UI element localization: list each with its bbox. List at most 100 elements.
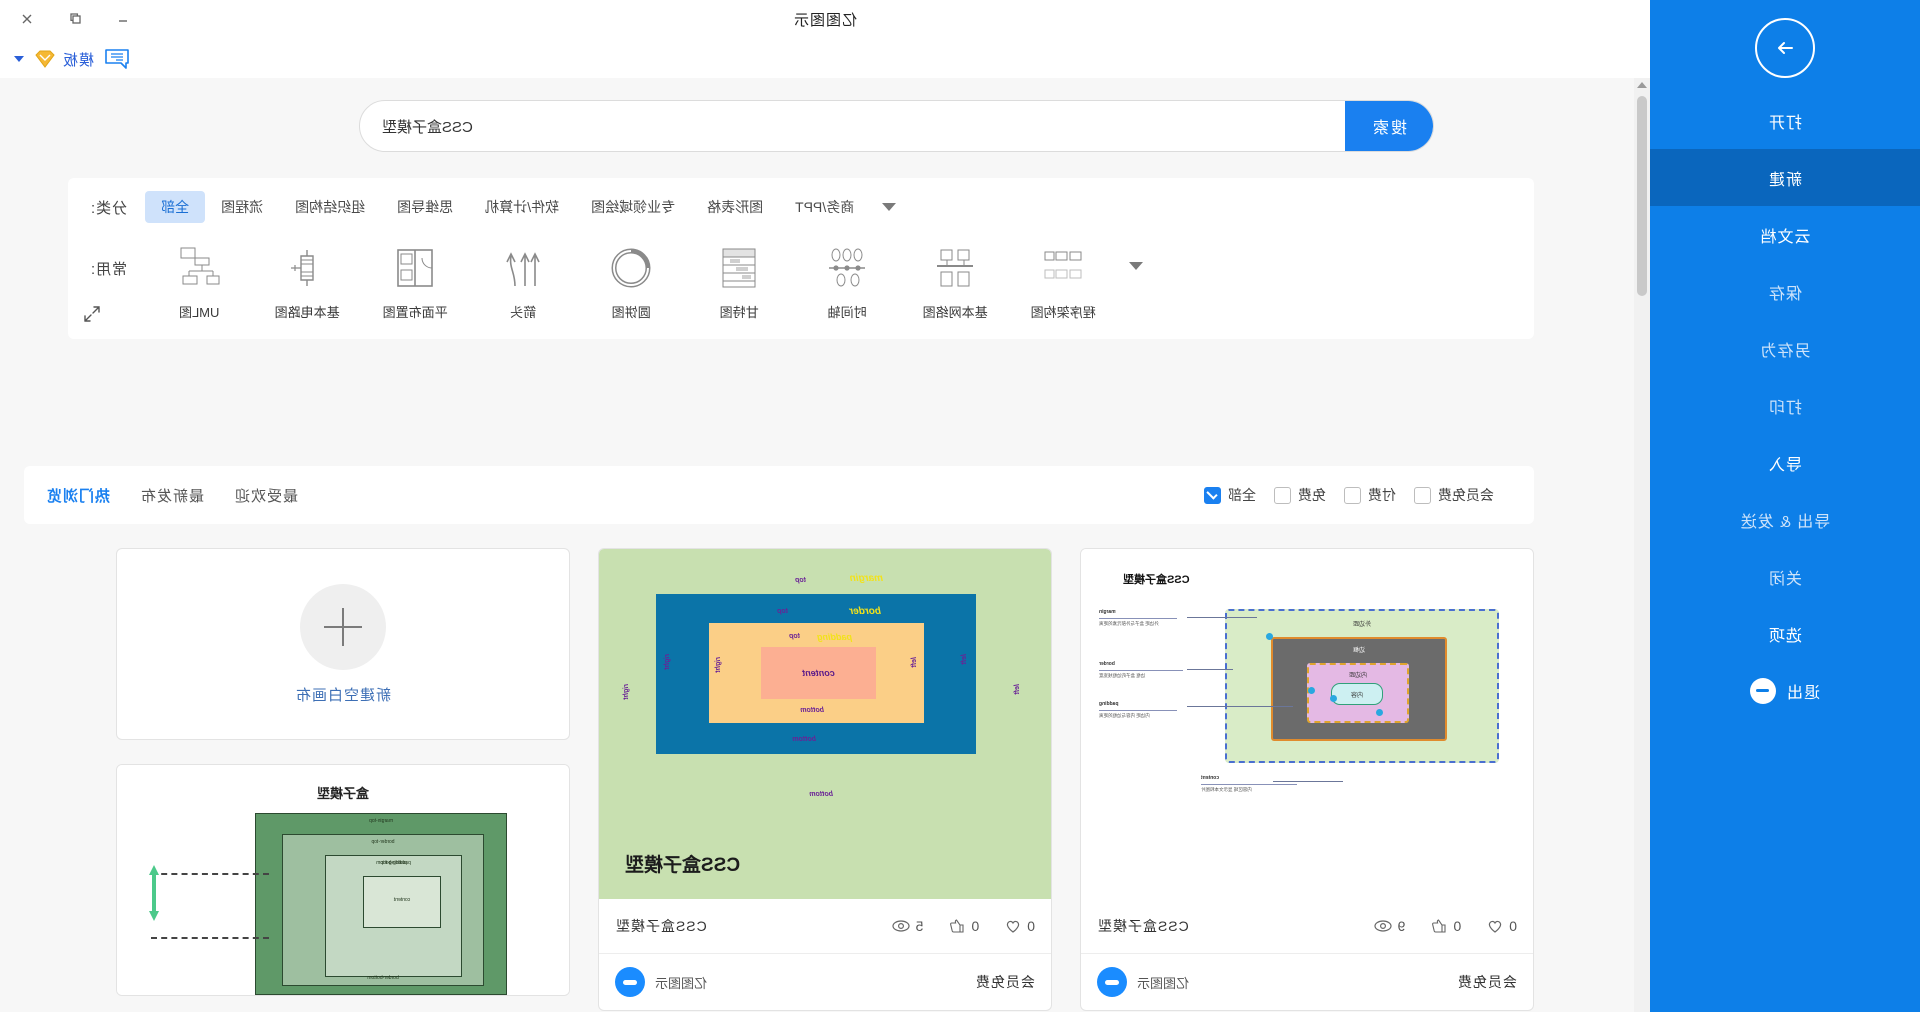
common-item-pie-chart[interactable]: 圆饼图: [577, 242, 685, 321]
thumb-label-content: content: [802, 668, 835, 678]
thumb-label-bottom: bottom: [792, 736, 816, 743]
thumb-label-right: right: [664, 654, 671, 670]
scrollbar-thumb[interactable]: [1637, 96, 1647, 296]
category-label: 软件/计算机: [485, 199, 560, 215]
sidebar-item-label: 另存为: [1759, 342, 1811, 360]
category-chip-business-ppt[interactable]: 商务/PPT: [779, 191, 870, 223]
close-button[interactable]: [16, 8, 38, 30]
close-icon: [22, 14, 32, 24]
card-author: 亿图图示: [615, 967, 707, 997]
price-filter-member-free[interactable]: 会员免费: [1414, 485, 1494, 505]
search-input[interactable]: [360, 101, 1345, 151]
sidebar-item-options[interactable]: 选项: [1650, 605, 1920, 662]
checkbox-label: 全部: [1228, 487, 1256, 503]
common-item-timeline[interactable]: 时间轴: [793, 242, 901, 321]
sidebar-item-save[interactable]: 保存: [1650, 263, 1920, 320]
thumb-layer-outer: 外边距 边框 内边距 内容: [1225, 609, 1499, 763]
common-item-label: 圆饼图: [611, 305, 651, 320]
scroll-up-arrow-icon[interactable]: [1637, 82, 1647, 88]
category-chip-professional[interactable]: 专业领域绘图: [575, 191, 691, 223]
thumb-annotation: padding 内边距 内容与边框的距离: [1099, 701, 1177, 719]
sidebar-item-close[interactable]: 关闭: [1650, 548, 1920, 605]
common-item-uml[interactable]: UML图: [145, 242, 253, 321]
template-card[interactable]: CSS盒子模型 外边距 边框 内边距 内容 margin 外边距 盒子与外部元素…: [1080, 548, 1534, 1011]
price-filter-free[interactable]: 免费: [1274, 485, 1326, 505]
window-controls: [16, 8, 134, 30]
stat-views: 5: [892, 918, 924, 934]
common-item-label: 甘特图: [719, 305, 759, 320]
chevron-down-icon[interactable]: [14, 56, 24, 62]
thumb-title: 盒子模型: [317, 786, 370, 801]
template-card[interactable]: 盒子模型 margin-top border-top padding-top c…: [116, 764, 570, 996]
thumb-label-right: right: [715, 657, 722, 673]
new-blank-canvas-button[interactable]: 新建空白画布: [116, 548, 570, 740]
tab-template-label: 模板: [62, 51, 95, 69]
eye-icon: [1374, 919, 1392, 933]
gantt-chart-icon: [718, 242, 760, 294]
category-chip-graphics-tables[interactable]: 图形表格: [691, 191, 779, 223]
sidebar-item-new[interactable]: 新建: [1650, 149, 1920, 206]
thumb-label-bottom: bottom: [800, 707, 824, 714]
category-chip-software-computer[interactable]: 软件/计算机: [469, 191, 575, 223]
common-item-circuit-diagram[interactable]: 基本电路图: [253, 242, 361, 321]
vertical-scrollbar[interactable]: [1634, 78, 1650, 1012]
sort-tab-most-popular[interactable]: 最受欢迎: [234, 485, 298, 506]
template-gallery: 搜索 商务/PPT 图形表格 专业领域绘图 软件/计算机 思维导图 组织结构图 …: [0, 78, 1634, 1012]
stat-likes: 0: [949, 918, 979, 934]
restore-button[interactable]: [64, 8, 86, 30]
common-item-label: UML图: [178, 305, 220, 320]
common-item-arrow[interactable]: 箭头: [469, 242, 577, 321]
category-expand-chevron-down-icon[interactable]: [882, 203, 897, 211]
price-filter-all[interactable]: 全部: [1204, 485, 1256, 505]
common-expand-chevron-down-icon[interactable]: [1129, 262, 1144, 270]
sidebar-item-exit[interactable]: 退出: [1650, 662, 1920, 719]
search-button[interactable]: 搜索: [1345, 101, 1433, 151]
tab-template[interactable]: 模板: [34, 49, 94, 70]
sidebar-item-export-send[interactable]: 导出 & 发送: [1650, 491, 1920, 548]
common-item-label: 基本网络图: [922, 305, 988, 320]
checkbox-box[interactable]: [1344, 486, 1361, 504]
common-item-floor-plan[interactable]: 平面布置图: [361, 242, 469, 321]
checkbox-box[interactable]: [1274, 486, 1291, 504]
expand-arrows-icon[interactable]: [82, 304, 102, 329]
card-price: 会员免费: [1457, 974, 1517, 990]
category-chip-flowchart[interactable]: 流程图: [205, 191, 279, 223]
sidebar-item-label: 选项: [1768, 627, 1803, 645]
thumbs-up-icon: [949, 918, 965, 934]
tab-strip: 模板: [0, 40, 1650, 78]
sidebar-item-label: 退出: [1786, 684, 1821, 702]
sidebar-item-cloud-doc[interactable]: 云文档: [1650, 206, 1920, 263]
back-button[interactable]: [1755, 18, 1815, 78]
category-chip-org-chart[interactable]: 组织结构图: [279, 191, 381, 223]
sidebar-item-save-as[interactable]: 另存为: [1650, 320, 1920, 377]
sort-tab-latest[interactable]: 最新发布: [140, 485, 204, 506]
category-chip-all[interactable]: 全部: [145, 191, 206, 223]
common-item-gantt-chart[interactable]: 甘特图: [685, 242, 793, 321]
thumb-layer-mid: 边框 内边距 内容: [1271, 637, 1447, 741]
sidebar-item-import[interactable]: 导入: [1650, 434, 1920, 491]
thumb-layer-label: 内容: [1351, 692, 1364, 699]
common-item-network-diagram[interactable]: 基本网络图: [901, 242, 1009, 321]
checkbox-box[interactable]: [1414, 486, 1431, 504]
thumb-label: margin-top: [369, 818, 393, 824]
eye-icon: [892, 919, 910, 933]
sidebar-item-open[interactable]: 打开: [1650, 92, 1920, 149]
common-item-program-architecture[interactable]: 程序架构图: [1009, 242, 1117, 321]
checkbox-box[interactable]: [1204, 486, 1221, 504]
heart-icon: [1487, 918, 1503, 934]
category-label: 流程图: [221, 199, 264, 215]
document-icon[interactable]: [104, 48, 130, 70]
thumb-label-border: border: [849, 606, 881, 617]
circuit-diagram-icon: [285, 242, 329, 294]
sidebar-item-print[interactable]: 打印: [1650, 377, 1920, 434]
favorites-count: 0: [1027, 918, 1035, 934]
sidebar-item-label: 云文档: [1759, 228, 1811, 246]
card-footer: 会员免费 亿图图示: [599, 954, 1051, 1010]
minimize-button[interactable]: [112, 8, 134, 30]
template-thumbnail: margin top left right bottom border top …: [599, 549, 1051, 899]
sort-tab-hot-browse[interactable]: 热门浏览: [46, 485, 110, 506]
price-filter-paid[interactable]: 付费: [1344, 485, 1396, 505]
template-card[interactable]: margin top left right bottom border top …: [598, 548, 1052, 1011]
category-chip-mind-map[interactable]: 思维导图: [381, 191, 469, 223]
views-count: 5: [915, 918, 924, 934]
